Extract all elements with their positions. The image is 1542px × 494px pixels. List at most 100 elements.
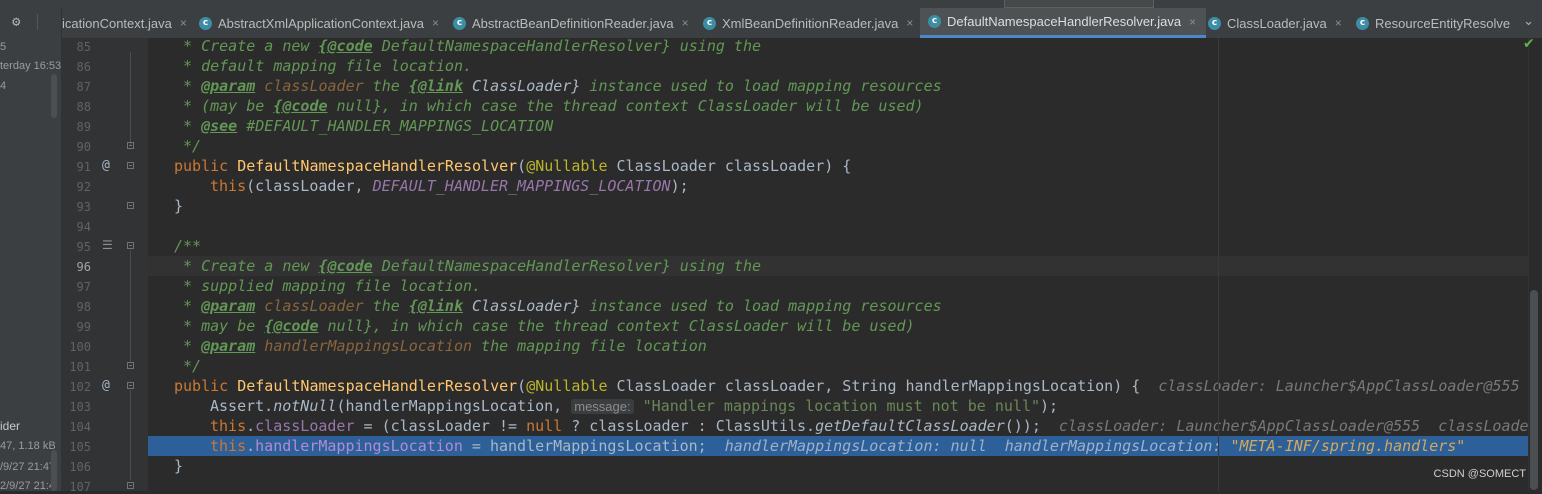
class-icon: c xyxy=(199,16,212,30)
fold-guide xyxy=(130,250,131,362)
class-icon: c xyxy=(1208,16,1221,30)
code-editor[interactable]: * Create a new {@code DefaultNamespaceHa… xyxy=(148,38,1528,491)
fold-toggle[interactable] xyxy=(127,162,134,169)
line-number: 104 xyxy=(69,420,91,434)
project-item[interactable]: 4 xyxy=(0,80,6,92)
fold-toggle[interactable] xyxy=(127,242,134,249)
tab-label: icationContext.java xyxy=(62,15,172,31)
close-icon[interactable]: × xyxy=(180,16,187,30)
code-line: /** xyxy=(174,237,202,255)
line-number-current: 96 xyxy=(76,260,91,274)
tab-abstract-xml-application-context[interactable]: c AbstractXmlApplicationContext.java × xyxy=(199,8,447,38)
line-number: 101 xyxy=(69,360,91,374)
fold-toggle[interactable] xyxy=(127,362,134,369)
annotation-icon[interactable]: @ xyxy=(102,378,110,393)
tab-abstract-bean-definition-reader[interactable]: c AbstractBeanDefinitionReader.java × xyxy=(453,8,693,38)
line-number: 106 xyxy=(69,460,91,474)
close-icon[interactable]: × xyxy=(432,16,439,30)
tab-label: XmlBeanDefinitionReader.java xyxy=(722,15,899,31)
divider xyxy=(37,14,38,30)
close-icon[interactable]: × xyxy=(906,16,913,30)
close-icon[interactable]: × xyxy=(682,16,689,30)
line-number: 97 xyxy=(76,280,91,294)
line-number: 99 xyxy=(76,320,91,334)
project-item[interactable]: 2/9/27 21:4 xyxy=(0,480,55,491)
run-config-selector[interactable] xyxy=(1004,0,1154,8)
fold-toggle[interactable] xyxy=(127,482,134,489)
gear-icon[interactable]: ⚙ xyxy=(12,14,20,30)
class-icon: c xyxy=(1356,16,1369,30)
code-line: * (may be {@code null}, in which case th… xyxy=(174,97,924,115)
tab-application-context[interactable]: icationContext.java × xyxy=(62,8,190,38)
code-line: */ xyxy=(174,137,202,155)
code-line: this(classLoader, DEFAULT_HANDLER_MAPPIN… xyxy=(210,177,689,195)
fold-toggle[interactable] xyxy=(127,202,134,209)
line-number: 98 xyxy=(76,300,91,314)
tab-resource-entity-resolver[interactable]: c ResourceEntityResolver xyxy=(1356,8,1510,38)
chevron-down-icon[interactable]: ⌄ xyxy=(1523,14,1534,29)
tab-label: ResourceEntityResolver xyxy=(1375,15,1510,31)
code-line: * supplied mapping file location. xyxy=(174,277,482,295)
scrollbar-thumb[interactable] xyxy=(1530,290,1538,490)
code-line: * default mapping file location. xyxy=(174,57,473,75)
panel-heading: ider xyxy=(0,419,21,433)
doc-comment-icon[interactable]: ☰ xyxy=(102,238,113,252)
fold-toggle[interactable] xyxy=(127,142,134,149)
line-number: 105 xyxy=(69,440,91,454)
code-line-current: * Create a new {@code DefaultNamespaceHa… xyxy=(148,256,1528,276)
line-number: 89 xyxy=(76,120,91,134)
gutter: 85 86 87 88 89 90 91 92 93 94 95 96 97 9… xyxy=(62,38,148,494)
tab-label: AbstractXmlApplicationContext.java xyxy=(218,15,424,31)
code-line: Assert.notNull(handlerMappingsLocation, … xyxy=(210,397,1059,415)
code-line: * may be {@code null}, in which case the… xyxy=(174,317,915,335)
line-number: 90 xyxy=(76,140,91,154)
project-panel: ⚙ 5 terday 16:53 4 ider 47, 1.18 kB /9/2… xyxy=(0,8,62,491)
tab-label: DefaultNamespaceHandlerResolver.java xyxy=(947,14,1182,29)
code-line: * @param handlerMappingsLocation the map… xyxy=(174,337,707,355)
tab-label: AbstractBeanDefinitionReader.java xyxy=(472,15,674,31)
tab-default-namespace-handler-resolver[interactable]: c DefaultNamespaceHandlerResolver.java × xyxy=(920,8,1206,38)
code-line: } xyxy=(174,197,184,215)
line-number: 91 xyxy=(76,160,91,174)
fold-guide xyxy=(130,390,131,480)
tab-xml-bean-definition-reader[interactable]: c XmlBeanDefinitionReader.java × xyxy=(703,8,915,38)
line-number: 87 xyxy=(76,80,91,94)
line-number: 94 xyxy=(76,220,91,234)
code-line: */ xyxy=(174,357,202,375)
project-scrollbar[interactable] xyxy=(51,450,57,491)
line-number: 107 xyxy=(69,480,91,494)
tab-class-loader[interactable]: c ClassLoader.java × xyxy=(1208,8,1350,38)
line-number: 92 xyxy=(76,180,91,194)
project-item[interactable]: 47, 1.18 kB xyxy=(0,440,56,452)
editor-tabs: icationContext.java × c AbstractXmlAppli… xyxy=(62,8,1542,39)
close-icon[interactable]: × xyxy=(1189,15,1196,29)
class-icon: c xyxy=(453,16,466,30)
line-number: 103 xyxy=(69,400,91,414)
editor-scrollbar[interactable]: ✔ xyxy=(1523,36,1542,491)
fold-guide xyxy=(130,52,131,146)
project-scrollbar[interactable] xyxy=(51,74,57,118)
code-line: public DefaultNamespaceHandlerResolver(@… xyxy=(174,377,1528,395)
line-number: 86 xyxy=(76,60,91,74)
breakpoint-line-highlight: this.handlerMappingsLocation = handlerMa… xyxy=(148,436,1528,456)
right-margin-guide xyxy=(1218,38,1219,491)
code-line: this.classLoader = (classLoader != null … xyxy=(210,417,1528,435)
check-icon: ✔ xyxy=(1523,36,1535,52)
watermark: CSDN @SOMECT xyxy=(1433,468,1526,480)
project-item[interactable]: 5 xyxy=(0,41,6,53)
line-number: 102 xyxy=(69,380,91,394)
tab-label: ClassLoader.java xyxy=(1227,15,1327,31)
fold-toggle[interactable] xyxy=(127,382,134,389)
class-icon: c xyxy=(928,15,941,28)
project-item[interactable]: terday 16:53 xyxy=(0,60,61,72)
code-line: * Create a new {@code DefaultNamespaceHa… xyxy=(174,38,762,55)
close-icon[interactable]: × xyxy=(1335,16,1342,30)
line-number: 88 xyxy=(76,100,91,114)
annotation-icon[interactable]: @ xyxy=(102,158,110,173)
toolbar-strip xyxy=(0,0,1542,8)
code-line: public DefaultNamespaceHandlerResolver(@… xyxy=(174,157,852,175)
code-line: * @param classLoader the {@link ClassLoa… xyxy=(174,77,942,95)
class-icon: c xyxy=(703,16,716,30)
line-number: 85 xyxy=(76,40,91,54)
code-line: * @param classLoader the {@link ClassLoa… xyxy=(174,297,942,315)
